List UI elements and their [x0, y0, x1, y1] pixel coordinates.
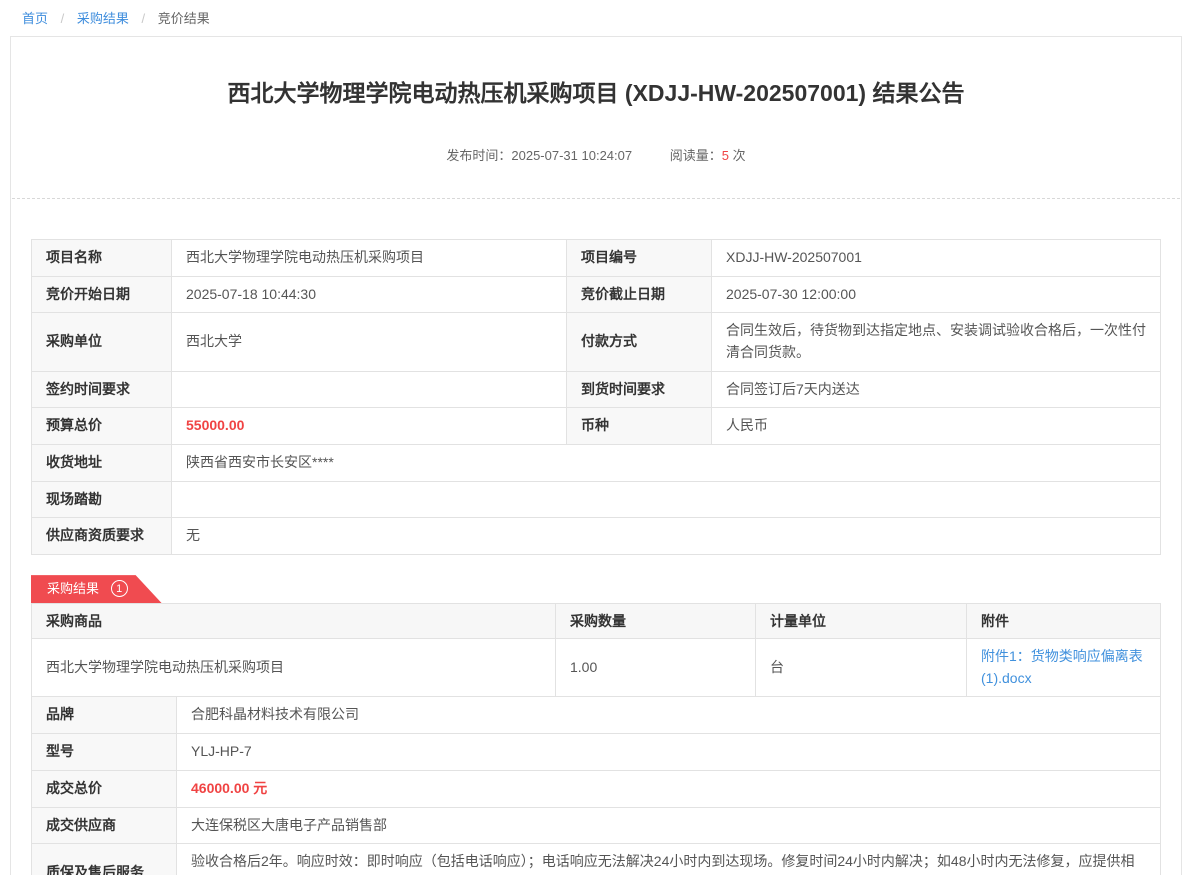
field-label-sign-time: 签约时间要求	[32, 371, 172, 408]
field-label-delivery-time: 到货时间要求	[567, 371, 712, 408]
badge-label: 采购结果	[47, 581, 99, 596]
article-meta: 发布时间：2025-07-31 10:24:07 阅读量：5 次	[11, 145, 1181, 164]
field-value-payment: 合同生效后，待货物到达指定地点、安装调试验收合格后，一次性付清合同货款。	[712, 313, 1161, 371]
table-row: 西北大学物理学院电动热压机采购项目 1.00 台 附件1：货物类响应偏离表(1)…	[32, 639, 1161, 697]
table-header-row: 采购商品 采购数量 计量单位 附件	[32, 604, 1161, 639]
cell-unit: 台	[756, 639, 967, 697]
badge-count-circle: 1	[111, 580, 128, 597]
field-value-address: 陕西省西安市长安区****	[172, 445, 1161, 482]
field-value-brand: 合肥科晶材料技术有限公司	[177, 697, 1161, 734]
announcement-card: 西北大学物理学院电动热压机采购项目 (XDJJ-HW-202507001) 结果…	[10, 36, 1182, 875]
column-header-product: 采购商品	[32, 604, 556, 639]
cell-quantity: 1.00	[556, 639, 756, 697]
deal-detail-table: 品牌 合肥科晶材料技术有限公司 型号 YLJ-HP-7 成交总价 46000.0…	[31, 696, 1161, 875]
table-row: 竞价开始日期 2025-07-18 10:44:30 竞价截止日期 2025-0…	[32, 276, 1161, 313]
field-value-purchaser: 西北大学	[172, 313, 567, 371]
field-label-site-survey: 现场踏勘	[32, 481, 172, 518]
breadcrumb-separator: /	[142, 11, 146, 26]
badge-count: 1	[116, 583, 122, 595]
field-label-purchaser: 采购单位	[32, 313, 172, 371]
views-label: 阅读量：	[670, 148, 722, 163]
field-value-bid-start: 2025-07-18 10:44:30	[172, 276, 567, 313]
table-row: 成交总价 46000.00 元	[32, 770, 1161, 807]
field-value-project-name: 西北大学物理学院电动热压机采购项目	[172, 239, 567, 276]
field-label-project-name: 项目名称	[32, 239, 172, 276]
field-label-warranty: 质保及售后服务	[32, 844, 177, 875]
column-header-unit: 计量单位	[756, 604, 967, 639]
table-row: 供应商资质要求 无	[32, 518, 1161, 555]
publish-time-label: 发布时间：	[446, 148, 511, 163]
field-label-budget: 预算总价	[32, 408, 172, 445]
field-value-deal-price: 46000.00 元	[177, 770, 1161, 807]
field-label-project-no: 项目编号	[567, 239, 712, 276]
field-label-address: 收货地址	[32, 445, 172, 482]
project-info-table: 项目名称 西北大学物理学院电动热压机采购项目 项目编号 XDJJ-HW-2025…	[31, 239, 1161, 555]
table-row: 采购单位 西北大学 付款方式 合同生效后，待货物到达指定地点、安装调试验收合格后…	[32, 313, 1161, 371]
field-value-delivery-time: 合同签订后7天内送达	[712, 371, 1161, 408]
column-header-quantity: 采购数量	[556, 604, 756, 639]
field-value-currency: 人民币	[712, 408, 1161, 445]
field-label-currency: 币种	[567, 408, 712, 445]
field-label-bid-end: 竞价截止日期	[567, 276, 712, 313]
field-value-sign-time	[172, 371, 567, 408]
field-value-warranty: 验收合格后2年。响应时效：即时响应（包括电话响应）；电话响应无法解决24小时内到…	[177, 844, 1161, 875]
views-unit: 次	[733, 148, 746, 163]
field-value-budget: 55000.00	[172, 408, 567, 445]
field-label-bid-start: 竞价开始日期	[32, 276, 172, 313]
field-label-supplier-qualification: 供应商资质要求	[32, 518, 172, 555]
table-row: 现场踏勘	[32, 481, 1161, 518]
field-label-model: 型号	[32, 734, 177, 771]
table-row: 项目名称 西北大学物理学院电动热压机采购项目 项目编号 XDJJ-HW-2025…	[32, 239, 1161, 276]
purchase-result-badge: 采购结果 1	[31, 575, 162, 603]
table-row: 品牌 合肥科晶材料技术有限公司	[32, 697, 1161, 734]
field-value-deal-supplier: 大连保税区大唐电子产品销售部	[177, 807, 1161, 844]
purchase-result-table: 采购商品 采购数量 计量单位 附件 西北大学物理学院电动热压机采购项目 1.00…	[31, 603, 1161, 697]
field-value-project-no: XDJJ-HW-202507001	[712, 239, 1161, 276]
table-row: 质保及售后服务 验收合格后2年。响应时效：即时响应（包括电话响应）；电话响应无法…	[32, 844, 1161, 875]
breadcrumb: 首页 / 采购结果 / 竞价结果	[0, 0, 1192, 36]
table-row: 型号 YLJ-HP-7	[32, 734, 1161, 771]
page: 首页 / 采购结果 / 竞价结果 西北大学物理学院电动热压机采购项目 (XDJJ…	[0, 0, 1192, 875]
field-label-payment: 付款方式	[567, 313, 712, 371]
field-value-site-survey	[172, 481, 1161, 518]
field-label-brand: 品牌	[32, 697, 177, 734]
column-header-attachment: 附件	[967, 604, 1161, 639]
breadcrumb-link-purchase-results[interactable]: 采购结果	[77, 11, 129, 26]
breadcrumb-separator: /	[61, 11, 65, 26]
field-value-supplier-qualification: 无	[172, 518, 1161, 555]
table-row: 签约时间要求 到货时间要求 合同签订后7天内送达	[32, 371, 1161, 408]
cell-product: 西北大学物理学院电动热压机采购项目	[32, 639, 556, 697]
table-row: 收货地址 陕西省西安市长安区****	[32, 445, 1161, 482]
field-label-deal-price: 成交总价	[32, 770, 177, 807]
field-value-model: YLJ-HP-7	[177, 734, 1161, 771]
page-title: 西北大学物理学院电动热压机采购项目 (XDJJ-HW-202507001) 结果…	[71, 79, 1121, 109]
cell-attachment: 附件1：货物类响应偏离表(1).docx	[967, 639, 1161, 697]
breadcrumb-link-home[interactable]: 首页	[22, 11, 48, 26]
table-row: 预算总价 55000.00 币种 人民币	[32, 408, 1161, 445]
field-label-deal-supplier: 成交供应商	[32, 807, 177, 844]
attachment-link[interactable]: 附件1：货物类响应偏离表(1).docx	[981, 648, 1143, 686]
breadcrumb-current: 竞价结果	[158, 11, 210, 26]
field-value-bid-end: 2025-07-30 12:00:00	[712, 276, 1161, 313]
views-count: 5	[722, 148, 729, 163]
divider	[12, 198, 1180, 199]
table-row: 成交供应商 大连保税区大唐电子产品销售部	[32, 807, 1161, 844]
publish-time-value: 2025-07-31 10:24:07	[511, 148, 632, 163]
